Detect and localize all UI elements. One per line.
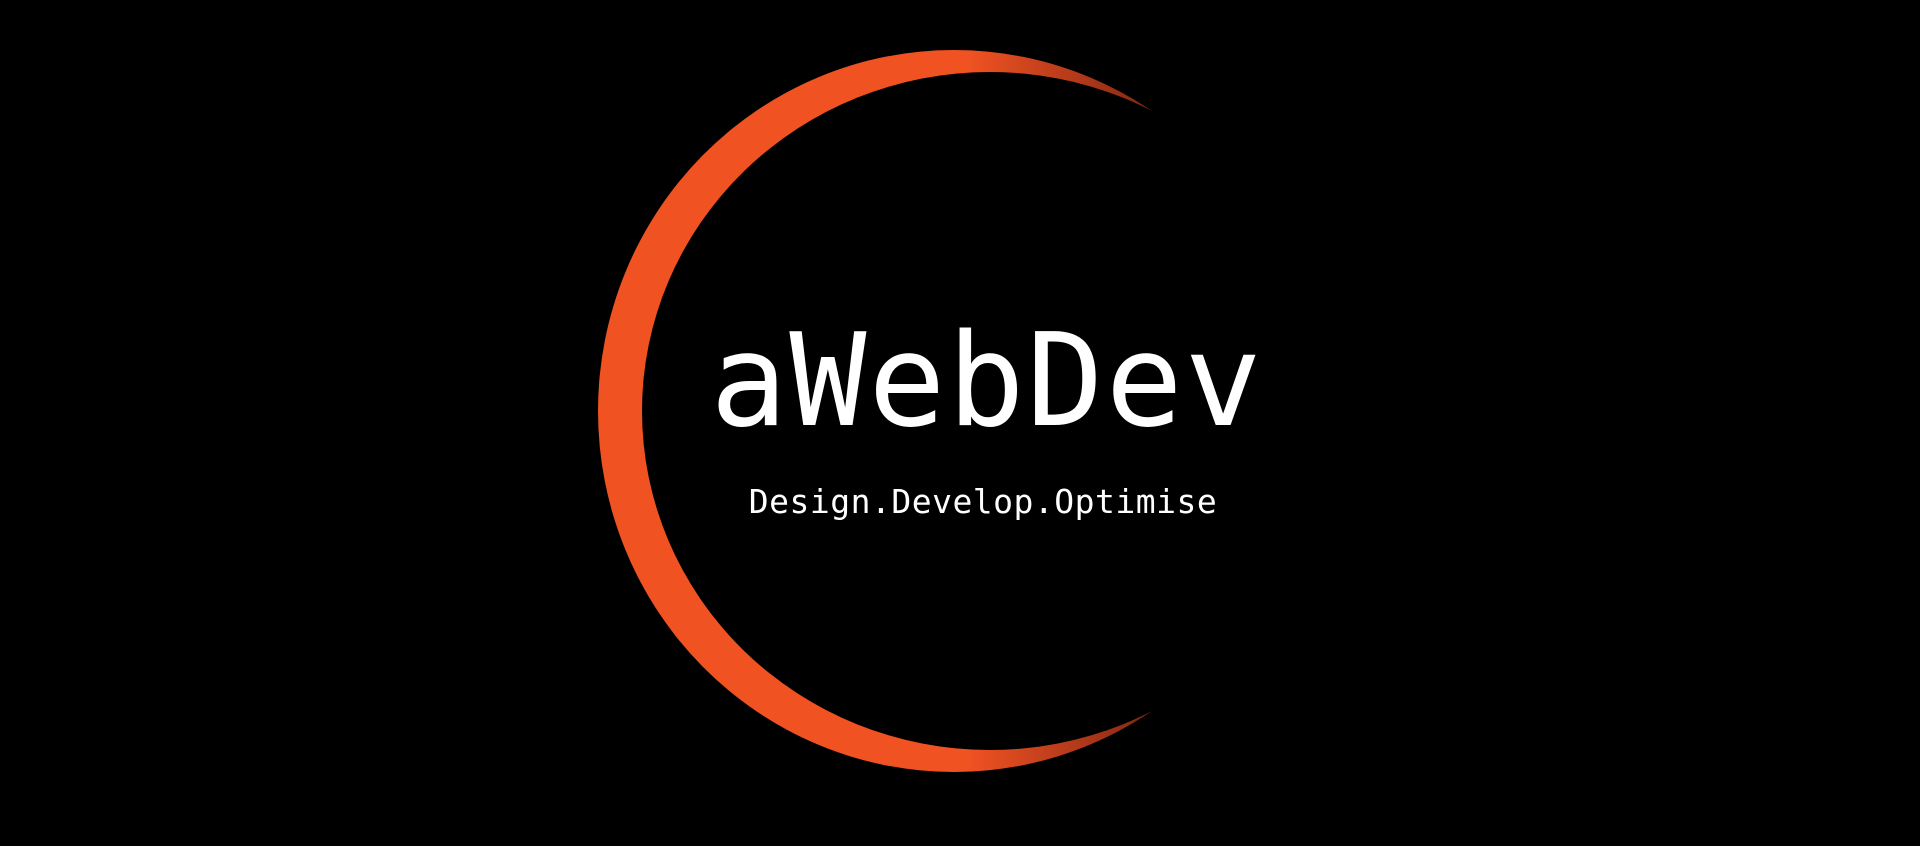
brand-name: aWebDev [710,307,1264,456]
logo-banner: aWebDev Design.Develop.Optimise [0,0,1920,846]
tagline: Design.Develop.Optimise [748,482,1218,521]
